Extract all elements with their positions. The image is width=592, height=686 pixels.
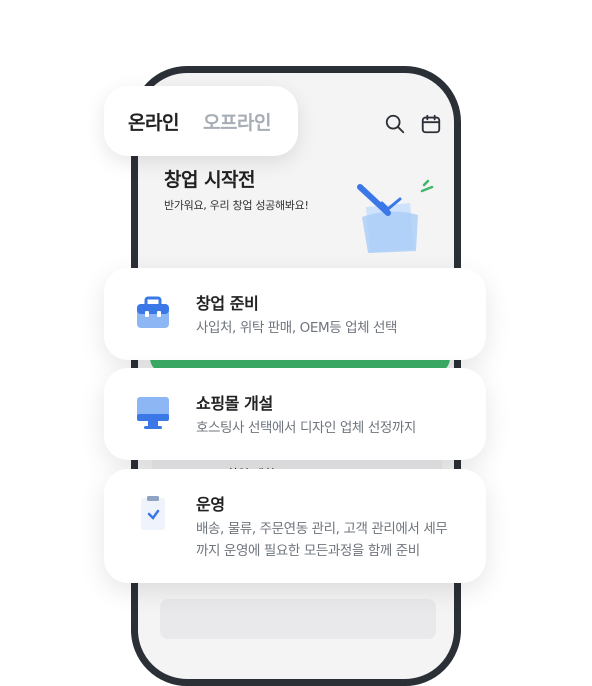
card-title: 운영 xyxy=(196,495,225,514)
card-shop-open[interactable]: 쇼핑몰 개설 호스팅사 선택에서 디자인 업체 선정까지 xyxy=(104,368,486,460)
card-description-line: 까지 운영에 필요한 모든과정을 함께 준비 xyxy=(196,543,420,559)
phone-header-icons xyxy=(384,113,442,135)
tab-online[interactable]: 온라인 xyxy=(128,108,179,135)
clipboard-icon xyxy=(141,496,165,530)
card-title: 쇼핑몰 개설 xyxy=(196,394,273,413)
folder-pencil-illustration-icon xyxy=(357,179,434,253)
calendar-icon[interactable] xyxy=(420,113,442,135)
hero-title: 창업 시작전 xyxy=(164,169,256,191)
search-icon[interactable] xyxy=(384,113,406,135)
card-description: 배송, 물류, 주문연동 관리, 고객 관리에서 세무 까지 운영에 필요한 모… xyxy=(196,518,476,562)
online-offline-toggle[interactable]: 온라인 오프라인 xyxy=(104,86,298,156)
hero-subtitle: 반가워요, 우리 창업 성공해봐요! xyxy=(164,199,309,212)
card-startup-prep[interactable]: 창업 준비 사입처, 위탁 판매, OEM등 업체 선택 xyxy=(104,268,486,360)
card-operation[interactable]: 운영 배송, 물류, 주문연동 관리, 고객 관리에서 세무 까지 운영에 필요… xyxy=(104,469,486,583)
card-description: 사입처, 위탁 판매, OEM등 업체 선택 xyxy=(196,320,398,336)
monitor-icon xyxy=(137,397,169,429)
list-item xyxy=(160,599,436,639)
card-description-line: 배송, 물류, 주문연동 관리, 고객 관리에서 세무 xyxy=(196,521,448,537)
card-description: 호스팅사 선택에서 디자인 업체 선정까지 xyxy=(196,420,416,436)
card-title: 창업 준비 xyxy=(196,294,259,313)
tab-offline[interactable]: 오프라인 xyxy=(203,108,271,135)
briefcase-icon xyxy=(137,296,169,328)
